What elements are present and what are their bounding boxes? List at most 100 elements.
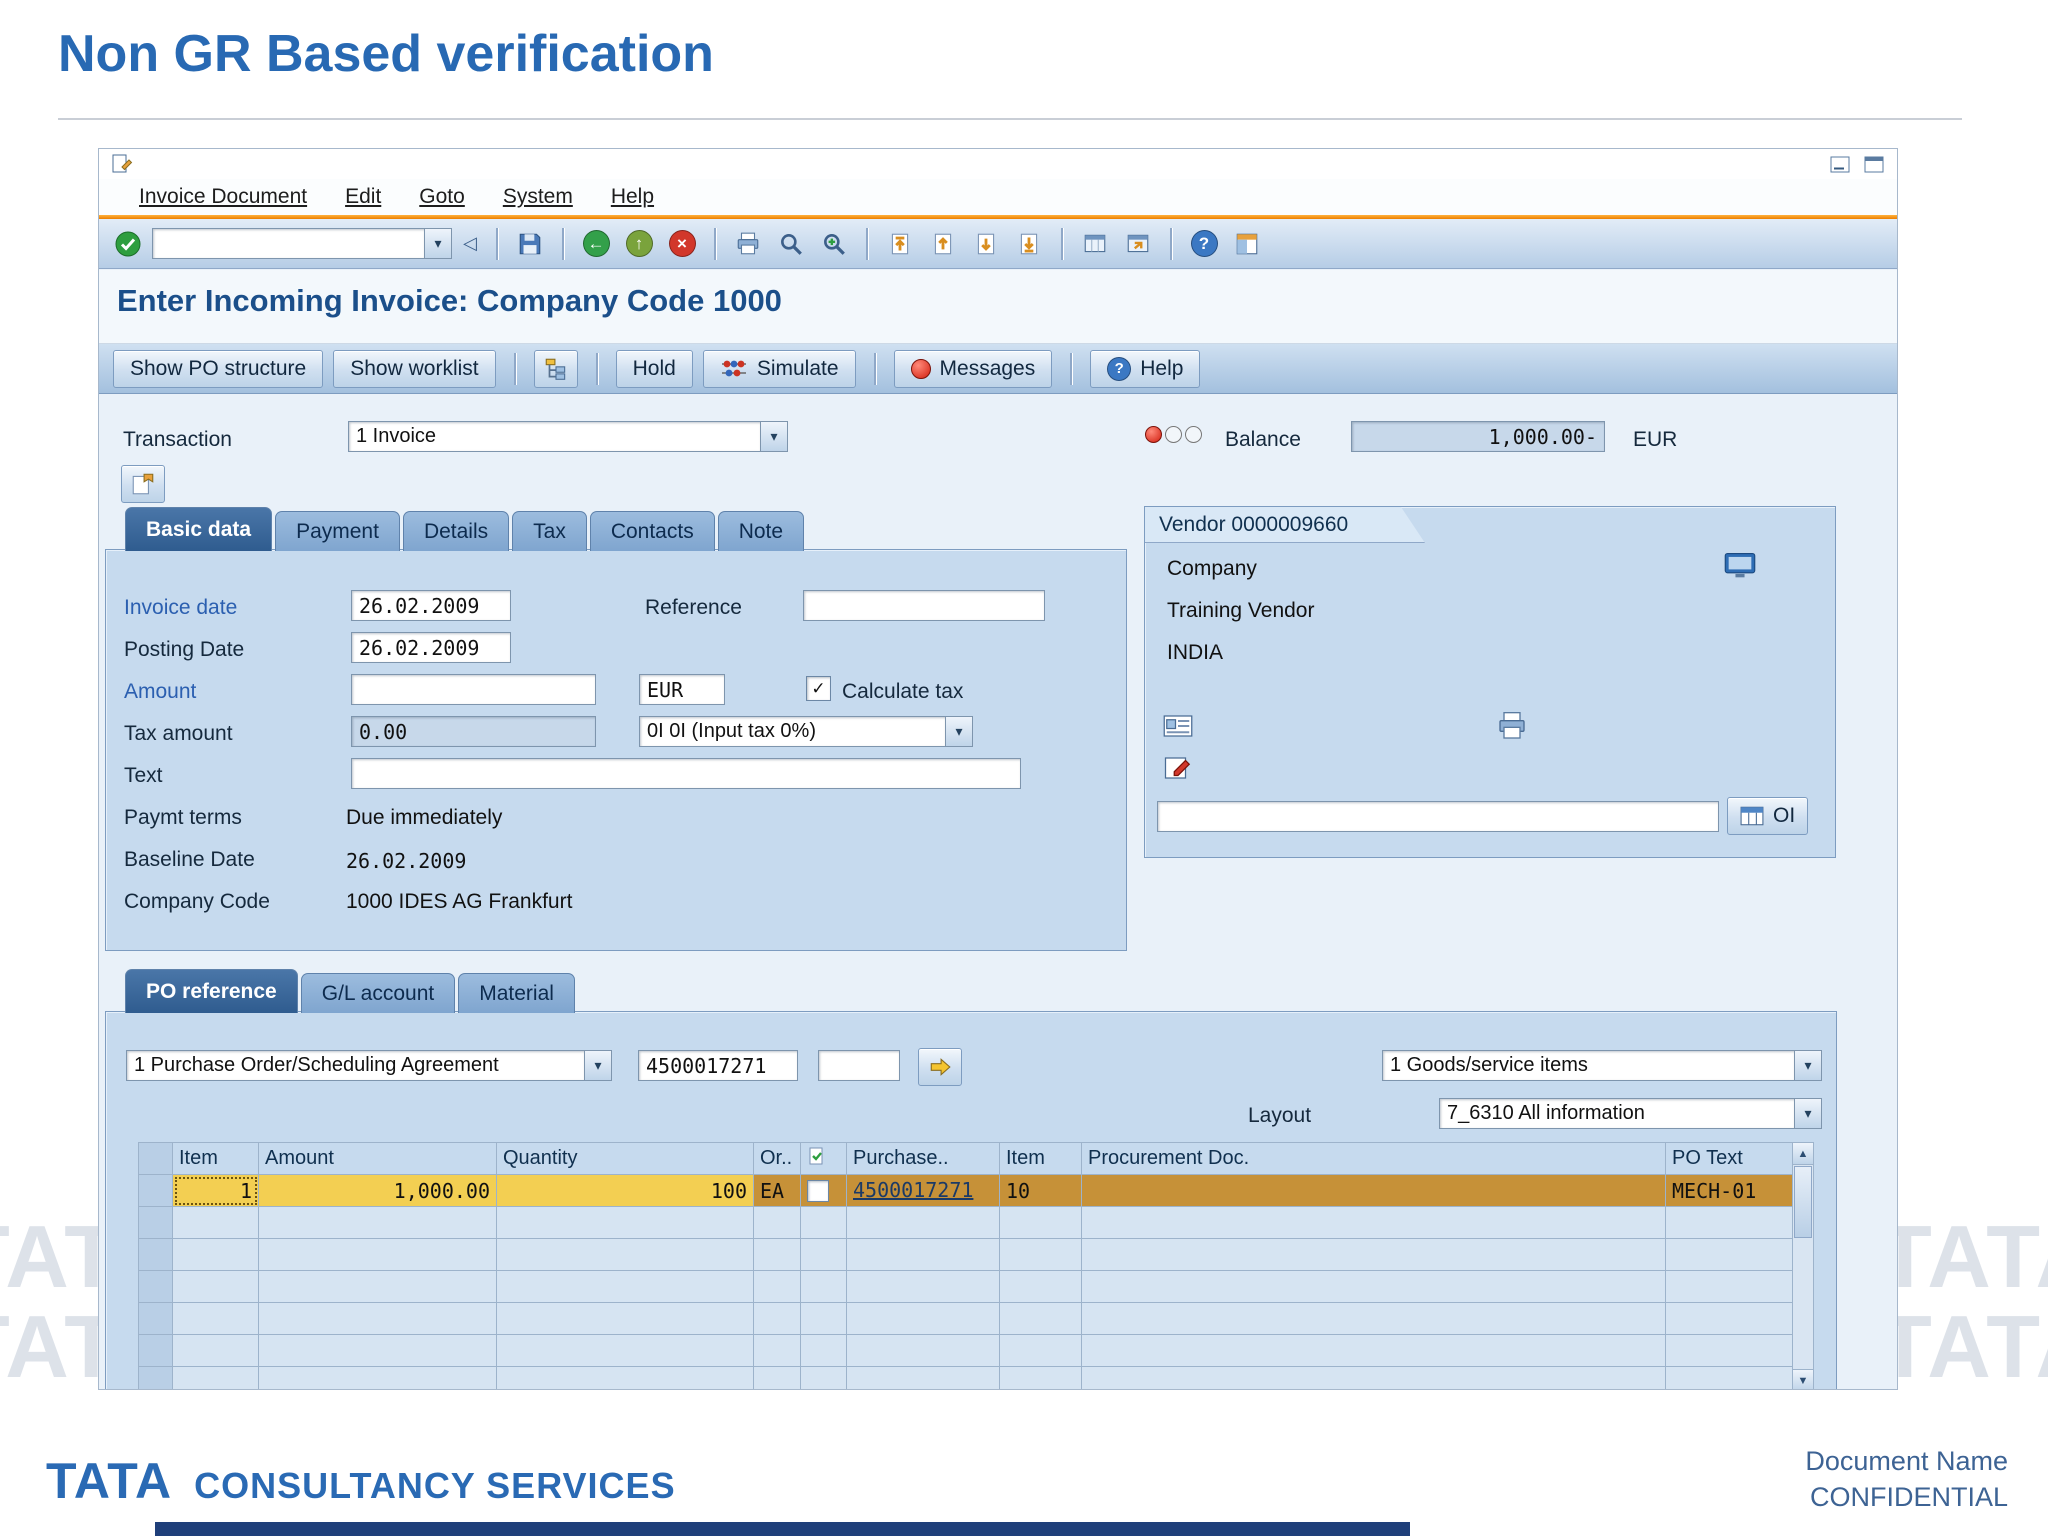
show-po-structure-button[interactable]: Show PO structure: [113, 349, 324, 388]
text-field[interactable]: [351, 758, 1021, 789]
amount-field[interactable]: [351, 674, 596, 705]
scroll-up-button[interactable]: ▲: [1793, 1143, 1813, 1165]
vendor-info-field[interactable]: [1157, 801, 1719, 832]
back-icon[interactable]: ←: [577, 225, 615, 263]
table-row[interactable]: [138, 1206, 1793, 1239]
dropdown-icon[interactable]: ▾: [584, 1050, 612, 1081]
cell-procurement-doc[interactable]: [1081, 1174, 1666, 1207]
layout-select[interactable]: 7_6310 All information ▾: [1439, 1098, 1822, 1129]
cell-unit[interactable]: EA: [753, 1174, 801, 1207]
previous-page-icon[interactable]: [924, 225, 962, 263]
help-icon[interactable]: ?: [1185, 225, 1223, 263]
cell-po-text[interactable]: MECH-01: [1665, 1174, 1793, 1207]
enter-icon[interactable]: [109, 225, 147, 263]
tax-amount-field[interactable]: 0.00: [351, 716, 596, 747]
col-quantity[interactable]: Quantity: [496, 1142, 754, 1175]
show-worklist-button[interactable]: Show worklist: [333, 349, 496, 388]
tab-material[interactable]: Material: [458, 973, 575, 1013]
cell-purchase[interactable]: 4500017271: [846, 1174, 1000, 1207]
document-edit-icon[interactable]: [109, 151, 135, 177]
command-input[interactable]: [152, 228, 424, 259]
minimize-icon[interactable]: [1827, 151, 1853, 177]
customize-layout-icon[interactable]: [1228, 225, 1266, 263]
print-icon[interactable]: [729, 225, 767, 263]
selector-header[interactable]: [138, 1142, 173, 1175]
cancel-icon[interactable]: ×: [663, 225, 701, 263]
first-page-icon[interactable]: [881, 225, 919, 263]
save-icon[interactable]: [511, 225, 549, 263]
currency-field[interactable]: EUR: [639, 674, 725, 705]
menu-system[interactable]: System: [503, 185, 573, 209]
col-po-item[interactable]: Item: [999, 1142, 1082, 1175]
table-row[interactable]: [138, 1270, 1793, 1303]
find-next-icon[interactable]: [815, 225, 853, 263]
scroll-down-button[interactable]: ▼: [1793, 1369, 1813, 1389]
cell-ok-flag[interactable]: [800, 1174, 847, 1207]
purchase-order-link[interactable]: 4500017271: [853, 1178, 973, 1202]
cell-item[interactable]: 1: [172, 1174, 259, 1207]
print-vendor-icon[interactable]: [1493, 707, 1531, 745]
col-purchase[interactable]: Purchase..: [846, 1142, 1000, 1175]
menu-help[interactable]: Help: [611, 185, 654, 209]
dropdown-icon[interactable]: ▾: [945, 716, 973, 747]
menu-invoice-document[interactable]: Invoice Document: [139, 185, 307, 209]
table-row[interactable]: [138, 1366, 1793, 1389]
row-selector[interactable]: [138, 1174, 173, 1207]
restore-icon[interactable]: [1861, 151, 1887, 177]
po-item-field[interactable]: [818, 1050, 900, 1081]
col-amount[interactable]: Amount: [258, 1142, 497, 1175]
vendor-display-icon[interactable]: [1721, 547, 1759, 585]
col-po-text[interactable]: PO Text: [1665, 1142, 1793, 1175]
tree-on-off-button[interactable]: [533, 349, 578, 388]
find-icon[interactable]: [772, 225, 810, 263]
reference-field[interactable]: [803, 590, 1045, 621]
command-field[interactable]: ▾: [152, 228, 452, 259]
cell-quantity[interactable]: 100: [496, 1174, 754, 1207]
po-number-field[interactable]: 4500017271: [638, 1050, 798, 1081]
col-procurement-doc[interactable]: Procurement Doc.: [1081, 1142, 1666, 1175]
menu-edit[interactable]: Edit: [345, 185, 381, 209]
help-button[interactable]: ? Help: [1090, 349, 1201, 388]
table-scrollbar[interactable]: ▲ ▼: [1792, 1142, 1814, 1389]
create-shortcut-icon[interactable]: [1119, 225, 1157, 263]
dropdown-icon[interactable]: ▾: [1794, 1098, 1822, 1129]
tax-code-select[interactable]: 0I 0I (Input tax 0%) ▾: [639, 716, 973, 747]
oi-button[interactable]: OI: [1727, 797, 1809, 835]
dropdown-icon[interactable]: ▾: [1794, 1050, 1822, 1081]
address-card-icon[interactable]: [1159, 707, 1197, 745]
adopt-button[interactable]: [918, 1048, 962, 1086]
tab-details[interactable]: Details: [402, 511, 510, 551]
tree-toggle-button[interactable]: [121, 465, 165, 503]
last-page-icon[interactable]: [1010, 225, 1048, 263]
col-item[interactable]: Item: [172, 1142, 259, 1175]
new-session-icon[interactable]: [1076, 225, 1114, 263]
tab-gl-account[interactable]: G/L account: [300, 973, 456, 1013]
table-row[interactable]: [138, 1334, 1793, 1367]
field-history-icon[interactable]: ◁: [457, 225, 483, 263]
master-data-icon[interactable]: [1159, 749, 1197, 787]
tab-basic-data[interactable]: Basic data: [125, 507, 273, 551]
col-ok-flag[interactable]: [800, 1142, 847, 1175]
messages-button[interactable]: Messages: [893, 349, 1053, 388]
cell-po-item[interactable]: 10: [999, 1174, 1082, 1207]
invoice-date-field[interactable]: 26.02.2009: [351, 590, 511, 621]
col-order-unit[interactable]: Or..: [753, 1142, 801, 1175]
scroll-thumb[interactable]: [1794, 1166, 1812, 1238]
items-filter-select[interactable]: 1 Goods/service items ▾: [1382, 1050, 1822, 1081]
next-page-icon[interactable]: [967, 225, 1005, 263]
cell-amount[interactable]: 1,000.00: [258, 1174, 497, 1207]
menu-goto[interactable]: Goto: [419, 185, 465, 209]
table-row-selected[interactable]: 1 1,000.00 100 EA 4500017271 10 MECH-01: [138, 1174, 1793, 1207]
simulate-button[interactable]: Simulate: [702, 349, 856, 388]
dropdown-icon[interactable]: ▾: [760, 421, 788, 452]
tab-po-reference[interactable]: PO reference: [125, 969, 298, 1013]
table-row[interactable]: [138, 1238, 1793, 1271]
table-row[interactable]: [138, 1302, 1793, 1335]
po-type-select[interactable]: 1 Purchase Order/Scheduling Agreement ▾: [126, 1050, 612, 1081]
calculate-tax-checkbox[interactable]: ✓: [806, 676, 831, 701]
exit-icon[interactable]: ↑: [620, 225, 658, 263]
command-dropdown-button[interactable]: ▾: [424, 228, 452, 259]
transaction-select[interactable]: 1 Invoice ▾: [348, 421, 788, 452]
tab-note[interactable]: Note: [717, 511, 805, 551]
tab-tax[interactable]: Tax: [512, 511, 587, 551]
